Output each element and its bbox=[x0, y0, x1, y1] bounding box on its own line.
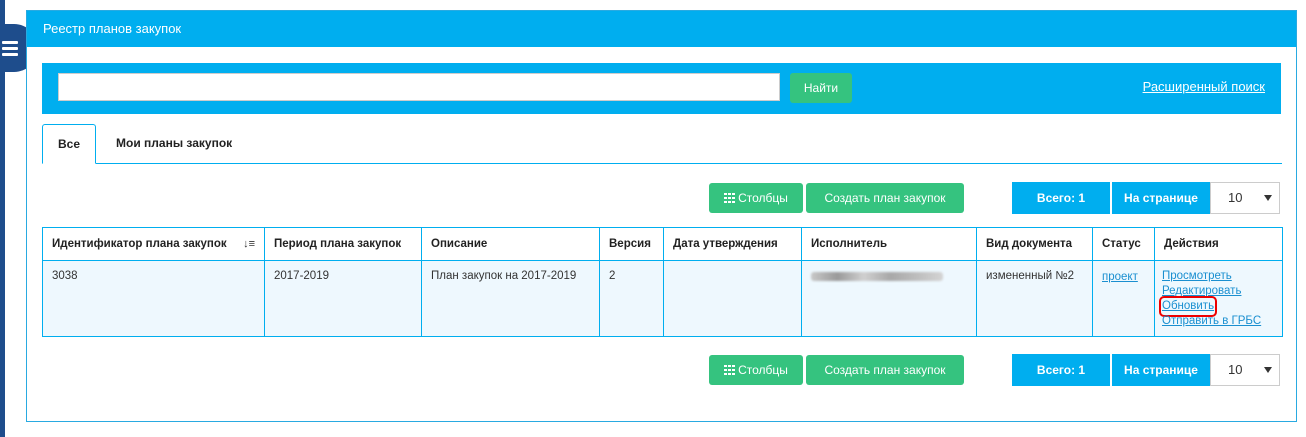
update-link[interactable]: Обновить bbox=[1158, 296, 1218, 317]
column-header-doc-type[interactable]: Вид документа bbox=[976, 227, 1093, 261]
hamburger-icon bbox=[2, 38, 18, 59]
grid-icon bbox=[724, 193, 736, 203]
column-header-approval-date[interactable]: Дата утверждения bbox=[663, 227, 802, 261]
columns-button[interactable]: Столбцы bbox=[709, 355, 803, 385]
column-header-actions: Действия bbox=[1154, 227, 1283, 261]
cell-description: План закупок на 2017-2019 bbox=[421, 260, 600, 337]
find-button[interactable]: Найти bbox=[790, 73, 852, 103]
column-header-status[interactable]: Статус bbox=[1092, 227, 1155, 261]
table-header-row: Идентификатор плана закупок ↓≡ Период пла… bbox=[42, 227, 1283, 261]
panel-title: Реестр планов закупок bbox=[27, 11, 1296, 47]
cell-status: проект bbox=[1092, 260, 1155, 337]
cell-period: 2017-2019 bbox=[264, 260, 422, 337]
total-count: Всего: 1 bbox=[1012, 182, 1110, 214]
edit-link[interactable]: Редактировать bbox=[1162, 284, 1273, 299]
registry-panel: Реестр планов закупок Найти Расширенный … bbox=[26, 10, 1297, 422]
chevron-down-icon bbox=[1264, 367, 1272, 373]
chevron-down-icon bbox=[1264, 195, 1272, 201]
create-plan-button[interactable]: Создать план закупок bbox=[806, 355, 964, 385]
column-header-id[interactable]: Идентификатор плана закупок ↓≡ bbox=[42, 227, 265, 261]
plans-table: Идентификатор плана закупок ↓≡ Период пла… bbox=[42, 227, 1283, 337]
per-page-label: На странице bbox=[1112, 182, 1210, 214]
tab-all[interactable]: Все bbox=[42, 124, 96, 164]
send-to-grbs-link[interactable]: Отправить в ГРБС bbox=[1162, 314, 1273, 329]
cell-doc-type: измененный №2 bbox=[976, 260, 1093, 337]
total-count: Всего: 1 bbox=[1012, 354, 1110, 386]
create-plan-button[interactable]: Создать план закупок bbox=[806, 183, 964, 213]
columns-label: Столбцы bbox=[738, 363, 788, 377]
per-page-label: На странице bbox=[1112, 354, 1210, 386]
per-page-value: 10 bbox=[1228, 190, 1243, 205]
view-link[interactable]: Просмотреть bbox=[1162, 269, 1273, 284]
search-input[interactable] bbox=[58, 73, 780, 101]
tab-my-plans[interactable]: Мои планы закупок bbox=[116, 124, 232, 163]
column-header-executor[interactable]: Исполнитель bbox=[801, 227, 977, 261]
columns-button[interactable]: Столбцы bbox=[709, 183, 803, 213]
sort-icon[interactable]: ↓≡ bbox=[243, 238, 255, 250]
cell-version: 2 bbox=[599, 260, 664, 337]
per-page-select[interactable]: 10 bbox=[1210, 182, 1280, 214]
per-page-select[interactable]: 10 bbox=[1210, 354, 1280, 386]
column-header-period[interactable]: Период плана закупок bbox=[264, 227, 422, 261]
cell-actions: Просмотреть Редактировать Обновить Отпра… bbox=[1154, 260, 1283, 337]
advanced-search-link[interactable]: Расширенный поиск bbox=[1143, 79, 1265, 94]
search-bar: Найти Расширенный поиск bbox=[42, 63, 1281, 114]
per-page-value: 10 bbox=[1228, 362, 1243, 377]
column-header-description[interactable]: Описание bbox=[421, 227, 600, 261]
columns-label: Столбцы bbox=[738, 191, 788, 205]
column-header-version[interactable]: Версия bbox=[599, 227, 664, 261]
cell-id: 3038 bbox=[42, 260, 265, 337]
cell-approval-date bbox=[663, 260, 802, 337]
cell-executor bbox=[801, 260, 977, 337]
tabs: Все Мои планы закупок bbox=[42, 124, 1282, 164]
redacted-executor bbox=[811, 272, 943, 281]
grid-icon bbox=[724, 365, 736, 375]
status-link[interactable]: проект bbox=[1102, 270, 1145, 285]
column-header-label: Идентификатор плана закупок bbox=[52, 238, 227, 250]
table-row: 3038 2017-2019 План закупок на 2017-2019… bbox=[42, 260, 1283, 337]
